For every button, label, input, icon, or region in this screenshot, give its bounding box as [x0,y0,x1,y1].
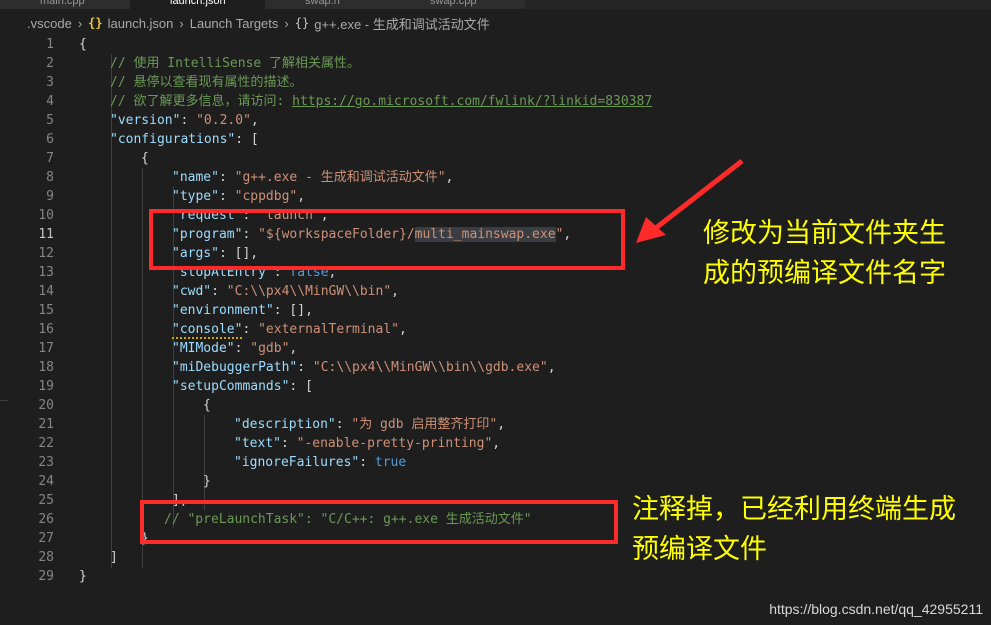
code-line: 21 "description": "为 gdb 启用整齐打印", [38,417,506,432]
code-line: 24} [38,474,211,489]
code-line: 5 "version": "0.2.0", [46,113,259,128]
chevron-right-icon: › [284,15,289,31]
annotation-text-1: 修改为当前文件夹生 成的预编译文件名字 [703,218,946,289]
code-line: 9 "type": "cppdbg", [46,189,306,204]
tab-launch-json[interactable]: launch.json [130,0,265,9]
breadcrumb-file[interactable]: launch.json [108,16,174,31]
code-line: 3// 悬停以查看现有属性的描述。 [46,75,303,90]
code-line: 19 "setupCommands": [ [38,379,313,394]
chevron-right-icon: › [179,15,184,31]
watermark: https://blog.csdn.net/qq_42955211 [769,601,983,617]
code-line: 22 "text": "-enable-pretty-printing", [38,436,501,451]
code-line: 18 "miDebuggerPath": "C:\\px4\\MinGW\\bin… [38,360,556,375]
breadcrumb-section[interactable]: Launch Targets [190,16,279,31]
tab-main-cpp[interactable]: main.cpp [0,0,130,9]
gutter-marker [0,400,8,401]
highlight-box-prelaunch [140,500,618,544]
code-line: 20{ [38,398,211,413]
code-line: 15 "environment": [], [38,303,313,318]
code-line: 6 "configurations": [ [46,132,259,147]
code-line: 1{ [46,37,87,52]
object-icon: {} [294,16,310,30]
breadcrumb: .vscode › {} launch.json › Launch Target… [0,9,991,37]
code-line: 7{ [46,151,149,166]
tab-swap-cpp[interactable]: swap.cpp [390,0,525,9]
code-line: 8 "name": "g++.exe - 生成和调试活动文件", [46,170,454,185]
code-line: 17 "MIMode": "gdb", [38,341,298,356]
code-line: 4// 欲了解更多信息，请访问: https://go.microsoft.co… [46,94,653,109]
warning-squiggle[interactable]: "console" [172,322,243,339]
breadcrumb-folder[interactable]: .vscode [27,16,72,31]
docs-link[interactable]: https://go.microsoft.com/fwlink/?linkid=… [292,94,652,109]
chevron-right-icon: › [77,15,83,31]
breadcrumb-item[interactable]: g++.exe - 生成和调试活动文件 [314,14,490,33]
tab-swap-h[interactable]: swap.h [265,0,390,9]
code-line: 2// 使用 IntelliSense 了解相关属性。 [46,56,361,71]
code-line: 16 "console": "externalTerminal", [38,322,407,339]
highlight-box-program [149,209,625,270]
annotation-text-2: 注释掉，已经利用终端生成 预编译文件 [632,494,956,565]
editor-tab-bar: main.cpp launch.json swap.h swap.cpp [0,0,991,9]
code-line: 23 "ignoreFailures": true [38,455,407,470]
json-file-icon: {} [88,16,103,30]
